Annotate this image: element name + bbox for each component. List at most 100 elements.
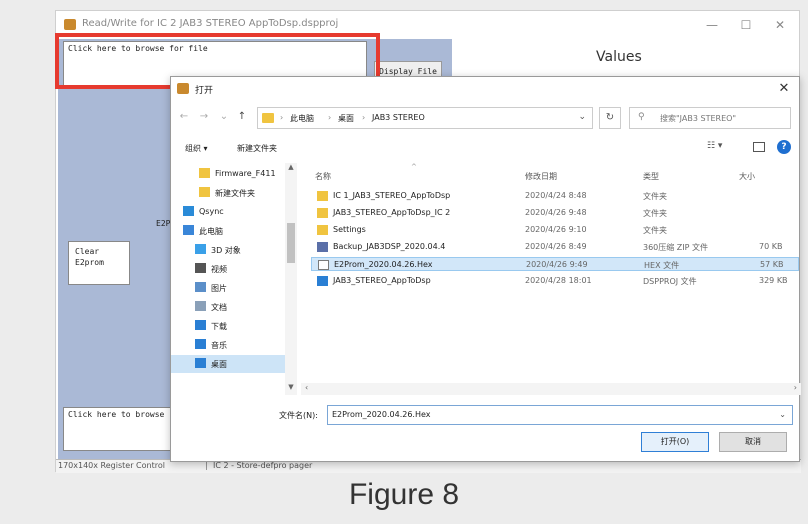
- file-row[interactable]: E2Prom_2020.04.26.Hex 2020/4/26 9:49 HEX 文…: [311, 257, 799, 271]
- dialog-app-icon: [177, 83, 189, 94]
- file-name: E2Prom_2020.04.26.Hex: [334, 260, 433, 269]
- organize-menu[interactable]: 组织 ▾: [185, 143, 208, 154]
- nav-item[interactable]: Firmware_F411: [171, 165, 285, 183]
- video-icon: [195, 263, 206, 273]
- file-type: 360压缩 ZIP 文件: [643, 243, 709, 252]
- file-row[interactable]: IC 1_JAB3_STEREO_AppToDsp 2020/4/24 8:48 文…: [311, 189, 799, 203]
- maximize-icon[interactable]: ☐: [734, 16, 758, 34]
- refresh-icon[interactable]: ↻: [599, 107, 621, 129]
- scroll-up-icon[interactable]: ▲: [285, 163, 297, 171]
- status-tab-register-control[interactable]: 170x140x Register Control: [58, 461, 165, 470]
- address-bar[interactable]: › 此电脑 › 桌面 › JAB3 STEREO ⌄: [257, 107, 593, 129]
- play-icon: [317, 276, 328, 286]
- folder-icon: [317, 191, 328, 201]
- dialog-title: 打开: [195, 86, 214, 96]
- search-input[interactable]: ⚲ 搜索"JAB3 STEREO": [629, 107, 791, 129]
- file-date: 2020/4/26 9:48: [525, 208, 587, 217]
- qsync-icon: [183, 206, 194, 216]
- app-icon: [64, 19, 76, 30]
- help-icon[interactable]: ?: [777, 140, 791, 154]
- file-name: JAB3_STEREO_AppToDsp_IC 2: [333, 208, 451, 217]
- nav-item[interactable]: 视频: [171, 260, 285, 278]
- nav-item[interactable]: 3D 对象: [171, 241, 285, 259]
- scroll-down-icon[interactable]: ▼: [285, 383, 297, 391]
- minimize-icon[interactable]: —: [700, 16, 724, 34]
- file-date: 2020/4/26 9:49: [526, 260, 588, 269]
- file-row[interactable]: Settings 2020/4/26 9:10 文件夹: [311, 223, 799, 237]
- music-icon: [195, 339, 206, 349]
- dialog-titlebar: 打开 ✕: [171, 77, 799, 101]
- dialog-toolbar: 组织 ▾ 新建文件夹 ☷ ▾ ?: [171, 137, 799, 161]
- filename-input[interactable]: E2Prom_2020.04.26.Hex ⌄: [327, 405, 793, 425]
- nav-item[interactable]: 桌面: [171, 355, 285, 373]
- nav-item-label: 图片: [211, 284, 227, 293]
- breadcrumb-separator: ›: [328, 113, 332, 122]
- dialog-close-icon[interactable]: ✕: [775, 80, 793, 98]
- download-icon: [195, 320, 206, 330]
- scroll-left-icon[interactable]: ‹: [305, 383, 308, 392]
- search-placeholder: 搜索"JAB3 STEREO": [660, 114, 737, 123]
- column-header-size[interactable]: 大小: [739, 171, 755, 182]
- nav-item[interactable]: 下载: [171, 317, 285, 335]
- file-date: 2020/4/26 8:49: [525, 242, 587, 251]
- file-row[interactable]: Backup_JAB3DSP_2020.04.4 2020/4/26 8:49 36…: [311, 240, 799, 254]
- address-dropdown-icon[interactable]: ⌄: [578, 112, 586, 122]
- file-type: 文件夹: [643, 226, 667, 235]
- pictures-icon: [195, 282, 206, 292]
- column-header-date[interactable]: 修改日期: [525, 171, 557, 182]
- open-file-dialog: 打开 ✕ ← → ⌄ ↑ › 此电脑 › 桌面 › JAB3 STEREO ⌄ …: [170, 76, 801, 462]
- file-row[interactable]: JAB3_STEREO_AppToDsp_IC 2 2020/4/26 9:48 文…: [311, 206, 799, 220]
- values-title: Values: [596, 49, 642, 65]
- file-size: 70 KB: [759, 242, 783, 251]
- file-icon: [318, 260, 329, 270]
- status-tab-ic2[interactable]: IC 2 - Store-defpro pager: [206, 461, 312, 470]
- desktop-icon: [195, 358, 206, 368]
- nav-scrollbar[interactable]: ▲ ▼: [285, 163, 297, 395]
- breadcrumb-this-pc[interactable]: 此电脑: [290, 113, 314, 124]
- sort-caret-icon: ^: [411, 163, 417, 171]
- file-name: Backup_JAB3DSP_2020.04.4: [333, 242, 446, 251]
- nav-item-label: 桌面: [211, 360, 227, 369]
- nav-item[interactable]: Qsync: [171, 203, 285, 221]
- cancel-button[interactable]: 取消: [719, 432, 787, 452]
- new-folder-button[interactable]: 新建文件夹: [237, 143, 277, 154]
- scroll-right-icon[interactable]: ›: [794, 383, 797, 392]
- filename-label: 文件名(N):: [279, 411, 318, 420]
- nav-item[interactable]: 音乐: [171, 336, 285, 354]
- breadcrumb-separator: ›: [280, 113, 284, 122]
- file-name: IC 1_JAB3_STEREO_AppToDsp: [333, 191, 451, 200]
- open-button[interactable]: 打开(O): [641, 432, 709, 452]
- forward-arrow-icon[interactable]: →: [197, 111, 211, 125]
- horizontal-scrollbar[interactable]: ‹ ›: [301, 383, 801, 395]
- file-date: 2020/4/24 8:48: [525, 191, 587, 200]
- zip-icon: [317, 242, 328, 252]
- folder-icon: [199, 187, 210, 197]
- filename-dropdown-icon[interactable]: ⌄: [779, 410, 786, 419]
- filename-value: E2Prom_2020.04.26.Hex: [332, 410, 431, 419]
- nav-scroll-thumb[interactable]: [287, 223, 295, 263]
- nav-item-label: 文档: [211, 303, 227, 312]
- column-header-name[interactable]: 名称: [315, 171, 331, 182]
- file-row[interactable]: JAB3_STEREO_AppToDsp 2020/4/28 18:01 DSPPR…: [311, 274, 799, 288]
- nav-item[interactable]: 此电脑: [171, 222, 285, 240]
- file-size: 57 KB: [760, 260, 784, 269]
- preview-pane-icon[interactable]: [753, 142, 765, 152]
- nav-item[interactable]: 文档: [171, 298, 285, 316]
- column-header-type[interactable]: 类型: [643, 171, 659, 182]
- nav-item-label: Firmware_F411: [215, 169, 276, 178]
- recent-locations-chevron-icon[interactable]: ⌄: [217, 111, 231, 125]
- breadcrumb-desktop[interactable]: 桌面: [338, 113, 354, 124]
- browse-file-box-bottom[interactable]: Click here to browse: [63, 407, 173, 451]
- navigation-pane: Firmware_F411 新建文件夹 Qsync 此电脑 3D 对象 视频图片文档下载音…: [171, 163, 297, 395]
- nav-item[interactable]: 图片: [171, 279, 285, 297]
- computer-icon: [183, 225, 194, 235]
- clear-label-line2: E2prom: [75, 258, 104, 267]
- up-arrow-icon[interactable]: ↑: [235, 111, 249, 125]
- breadcrumb-jab3-stereo[interactable]: JAB3 STEREO: [372, 113, 425, 122]
- back-arrow-icon[interactable]: ←: [177, 111, 191, 125]
- nav-item[interactable]: 新建文件夹: [171, 184, 285, 202]
- close-icon[interactable]: ✕: [768, 16, 792, 34]
- clear-e2prom-button[interactable]: Clear E2prom: [68, 241, 130, 285]
- app-title: Read/Write for IC 2 JAB3 STEREO AppToDsp…: [82, 18, 339, 29]
- view-options-icon[interactable]: ☷ ▾: [707, 141, 722, 151]
